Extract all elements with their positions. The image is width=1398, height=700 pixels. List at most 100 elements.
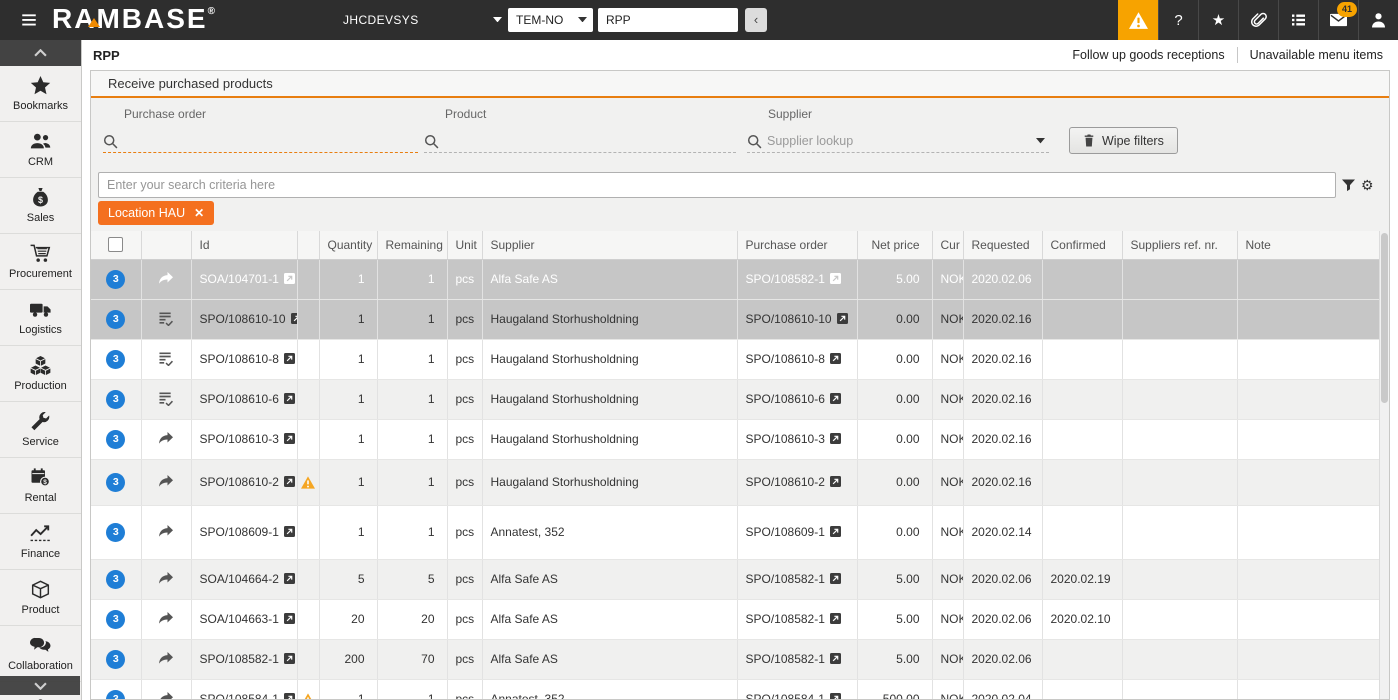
- status-badge[interactable]: 3: [106, 570, 125, 589]
- purchase-order-input[interactable]: [123, 131, 418, 151]
- sidebar-item-product[interactable]: Product: [0, 570, 81, 626]
- sidebar-item-crm[interactable]: CRM: [0, 122, 81, 178]
- external-link-icon[interactable]: [830, 433, 841, 444]
- col-header-warn[interactable]: [297, 231, 319, 259]
- external-link-icon[interactable]: [284, 573, 295, 584]
- table-row[interactable]: 3SPO/108610-611pcsHaugaland Storhusholdn…: [91, 379, 1379, 419]
- document-link[interactable]: SOA/104664-2: [200, 572, 295, 586]
- document-link[interactable]: SPO/108584-1: [200, 692, 295, 699]
- sidebar-item-bookmarks[interactable]: Bookmarks: [0, 66, 81, 122]
- external-link-icon[interactable]: [291, 313, 297, 324]
- external-link-icon[interactable]: [830, 476, 841, 487]
- supplier-lookup-input[interactable]: [767, 131, 1032, 151]
- gear-icon[interactable]: ⚙: [1361, 179, 1375, 193]
- status-badge[interactable]: 3: [106, 350, 125, 369]
- program-search-input[interactable]: [598, 8, 738, 32]
- status-badge[interactable]: 3: [106, 270, 125, 289]
- document-link[interactable]: SOA/104701-1: [200, 272, 295, 286]
- status-badge[interactable]: 3: [106, 610, 125, 629]
- location-filter-chip[interactable]: Location HAU ✕: [98, 201, 214, 225]
- document-link[interactable]: SPO/108582-1: [746, 612, 841, 626]
- document-link[interactable]: SPO/108610-10: [746, 312, 848, 326]
- document-link[interactable]: SOA/104663-1: [200, 612, 295, 626]
- document-link[interactable]: SPO/108610-8: [746, 352, 841, 366]
- messages-button[interactable]: 41: [1318, 0, 1358, 40]
- col-header-select[interactable]: [91, 231, 141, 259]
- table-row[interactable]: 3SOA/104701-111pcsAlfa Safe ASSPO/108582…: [91, 259, 1379, 299]
- external-link-icon[interactable]: [830, 393, 841, 404]
- table-row[interactable]: 3SPO/108582-120070pcsAlfa Safe ASSPO/108…: [91, 639, 1379, 679]
- table-row[interactable]: 3SPO/108610-311pcsHaugaland Storhusholdn…: [91, 419, 1379, 459]
- external-link-icon[interactable]: [830, 573, 841, 584]
- external-link-icon[interactable]: [830, 353, 841, 364]
- product-input[interactable]: [444, 131, 736, 151]
- external-link-icon[interactable]: [284, 393, 295, 404]
- document-link[interactable]: SPO/108582-1: [746, 572, 841, 586]
- col-header-purchase_order[interactable]: Purchase order: [737, 231, 857, 259]
- document-link[interactable]: SPO/108610-2: [200, 475, 295, 489]
- external-link-icon[interactable]: [284, 476, 295, 487]
- sidebar-scroll-down[interactable]: [0, 676, 80, 695]
- external-link-icon[interactable]: [284, 613, 295, 624]
- sidebar-item-finance[interactable]: Finance: [0, 514, 81, 570]
- col-header-quantity[interactable]: Quantity: [319, 231, 377, 259]
- external-link-icon[interactable]: [284, 653, 295, 664]
- col-header-suppliers_ref[interactable]: Suppliers ref. nr.: [1122, 231, 1237, 259]
- select-all-checkbox[interactable]: [108, 237, 123, 252]
- document-link[interactable]: SPO/108610-6: [746, 392, 841, 406]
- table-row[interactable]: 3SPO/108610-211pcsHaugaland Storhusholdn…: [91, 459, 1379, 505]
- document-link[interactable]: SPO/108610-6: [200, 392, 295, 406]
- sidebar-item-production[interactable]: Production: [0, 346, 81, 402]
- table-row[interactable]: 3SPO/108610-811pcsHaugaland Storhusholdn…: [91, 339, 1379, 379]
- col-header-remaining[interactable]: Remaining: [377, 231, 447, 259]
- warning-triangle-icon[interactable]: [301, 693, 315, 700]
- col-header-rowicon[interactable]: [141, 231, 191, 259]
- sidebar-item-service[interactable]: Service: [0, 402, 81, 458]
- follow-up-goods-receptions-link[interactable]: Follow up goods receptions: [1072, 48, 1224, 62]
- sidebar-item-collaboration[interactable]: Collaboration: [0, 626, 81, 682]
- scrollbar-thumb[interactable]: [1381, 233, 1388, 403]
- col-header-requested[interactable]: Requested: [963, 231, 1042, 259]
- status-badge[interactable]: 3: [106, 390, 125, 409]
- favorites-button[interactable]: ★: [1198, 0, 1238, 40]
- document-link[interactable]: SPO/108610-10: [200, 312, 298, 326]
- system-selector[interactable]: JHCDEVSYS: [343, 13, 419, 27]
- status-badge[interactable]: 3: [106, 650, 125, 669]
- external-link-icon[interactable]: [284, 526, 295, 537]
- status-badge[interactable]: 3: [106, 523, 125, 542]
- col-header-unit[interactable]: Unit: [447, 231, 482, 259]
- external-link-icon[interactable]: [830, 693, 841, 699]
- document-link[interactable]: SPO/108609-1: [200, 525, 295, 539]
- table-row[interactable]: 3SOA/104663-12020pcsAlfa Safe ASSPO/1085…: [91, 599, 1379, 639]
- attachments-button[interactable]: [1238, 0, 1278, 40]
- sidebar-scroll-up[interactable]: [0, 40, 81, 66]
- rambase-logo[interactable]: RAMBASE®: [52, 3, 215, 35]
- sidebar-item-procurement[interactable]: Procurement: [0, 234, 81, 290]
- document-link[interactable]: SPO/108582-1: [746, 272, 841, 286]
- filter-funnel-icon[interactable]: [1342, 179, 1356, 193]
- document-link[interactable]: SPO/108610-2: [746, 475, 841, 489]
- hamburger-menu-icon[interactable]: [20, 11, 38, 29]
- vertical-scrollbar[interactable]: [1379, 231, 1389, 699]
- col-header-note[interactable]: Note: [1237, 231, 1379, 259]
- search-criteria-input[interactable]: [98, 172, 1336, 198]
- table-row[interactable]: 3SPO/108610-1011pcsHaugaland Storhushold…: [91, 299, 1379, 339]
- chevron-down-icon[interactable]: [1036, 138, 1045, 143]
- table-row[interactable]: 3SOA/104664-255pcsAlfa Safe ASSPO/108582…: [91, 559, 1379, 599]
- external-link-icon[interactable]: [284, 273, 295, 284]
- status-badge[interactable]: 3: [106, 690, 125, 700]
- status-badge[interactable]: 3: [106, 310, 125, 329]
- unavailable-menu-items-link[interactable]: Unavailable menu items: [1250, 48, 1383, 62]
- external-link-icon[interactable]: [830, 526, 841, 537]
- external-link-icon[interactable]: [837, 313, 848, 324]
- col-header-confirmed[interactable]: Confirmed: [1042, 231, 1122, 259]
- document-link[interactable]: SPO/108582-1: [200, 652, 295, 666]
- table-row[interactable]: 3SPO/108584-111pcsAnnatest, 352SPO/10858…: [91, 679, 1379, 699]
- external-link-icon[interactable]: [830, 653, 841, 664]
- status-badge[interactable]: 3: [106, 430, 125, 449]
- external-link-icon[interactable]: [284, 433, 295, 444]
- table-row[interactable]: 3SPO/108609-111pcsAnnatest, 352SPO/10860…: [91, 505, 1379, 559]
- document-link[interactable]: SPO/108582-1: [746, 652, 841, 666]
- help-button[interactable]: ?: [1158, 0, 1198, 40]
- company-select[interactable]: TEM-NO: [508, 8, 593, 32]
